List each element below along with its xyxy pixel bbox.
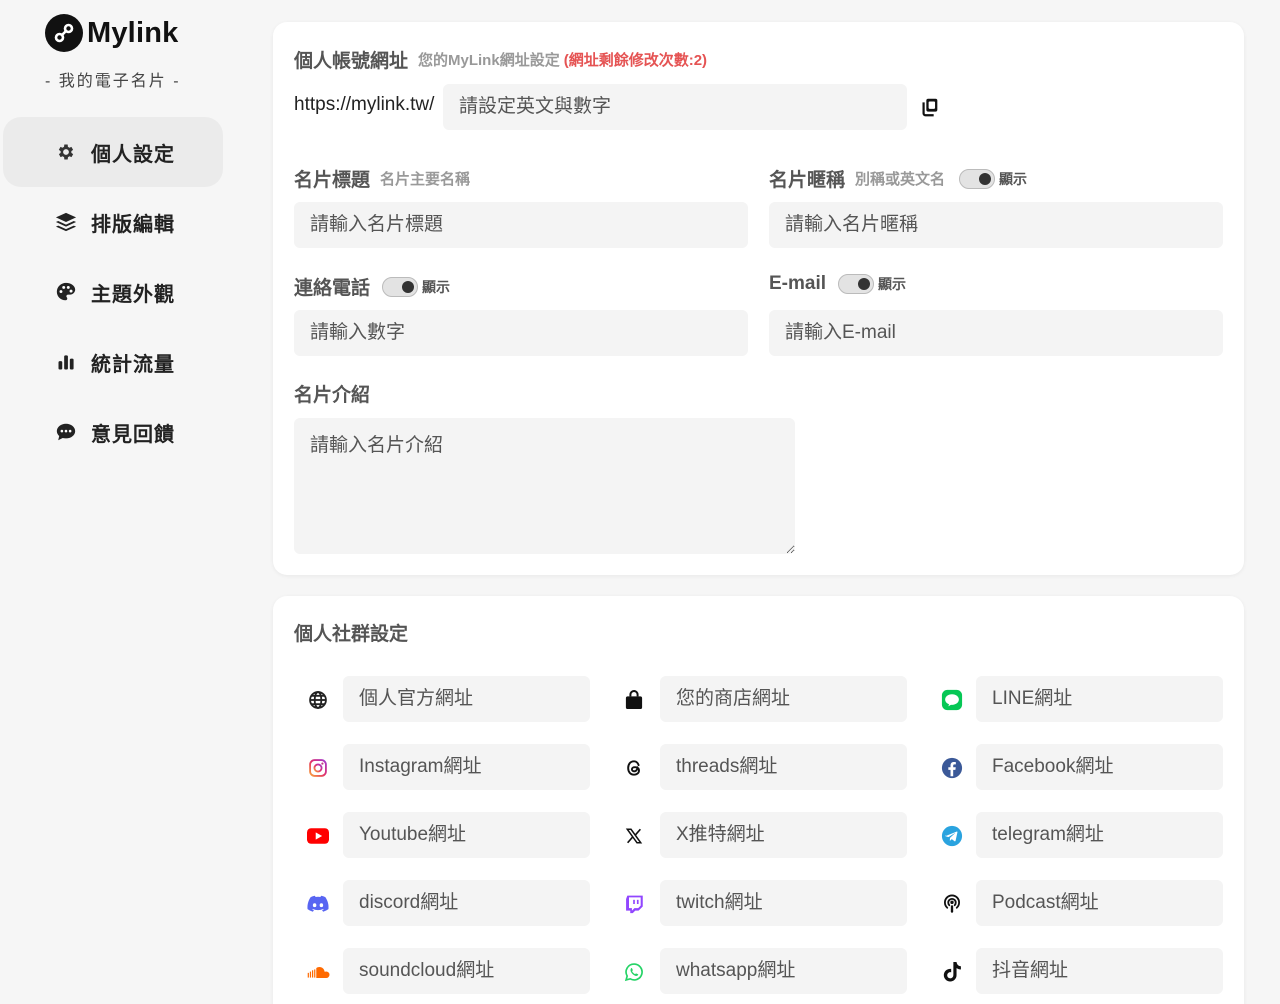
url-prefix: https://mylink.tw/ [294, 94, 435, 115]
youtube-url-input[interactable] [343, 812, 590, 858]
sidebar-item-label: 排版編輯 [91, 213, 175, 236]
twitch-icon [622, 892, 646, 916]
sidebar: Mylink - 我的電子名片 - 個人設定 排版編輯 主題外觀 統計流量 意見… [0, 0, 245, 1004]
facebook-icon [940, 756, 964, 780]
soundcloud-url-input[interactable] [343, 948, 590, 994]
gear-icon [55, 141, 77, 163]
shop-url-input[interactable] [660, 676, 907, 722]
line-url-input[interactable] [976, 676, 1223, 722]
nickname-toggle[interactable] [959, 168, 996, 189]
nickname-input[interactable] [769, 202, 1223, 248]
sidebar-item-label: 個人設定 [91, 143, 175, 166]
nickname-visibility: 顯示 [959, 168, 1028, 189]
email-label: E-mail [769, 273, 827, 294]
nickname-heading: 名片暱稱 別稱或英文名 顯示 [769, 165, 1027, 192]
toggle-label: 顯示 [422, 278, 451, 295]
sidebar-item-feedback[interactable]: 意見回饋 [3, 397, 223, 467]
website-url-input[interactable] [343, 676, 590, 722]
account-url-warning: (網址剩餘修改次數:2) [563, 52, 708, 69]
email-input[interactable] [769, 310, 1223, 356]
link-icon [45, 14, 83, 52]
bar-chart-icon [55, 351, 77, 373]
brand-name: Mylink [87, 16, 179, 49]
podcast-icon [940, 892, 964, 916]
intro-heading: 名片介紹 [294, 380, 370, 407]
whatsapp-url-input[interactable] [660, 948, 907, 994]
toggle-label: 顯示 [999, 170, 1028, 187]
social-settings-card: 個人社群設定 [273, 596, 1244, 1004]
phone-heading: 連絡電話 顯示 [294, 273, 450, 300]
twitch-url-input[interactable] [660, 880, 907, 926]
account-url-label: 個人帳號網址 [294, 51, 409, 72]
account-url-input[interactable] [443, 84, 907, 130]
sidebar-item-label: 主題外觀 [91, 283, 175, 306]
card-title-heading: 名片標題 名片主要名稱 [294, 165, 470, 192]
email-heading: E-mail 顯示 [769, 273, 906, 295]
discord-icon [306, 892, 330, 916]
sidebar-item-personal-settings[interactable]: 個人設定 [3, 117, 223, 187]
account-url-heading: 個人帳號網址 您的MyLink網址設定 (網址剩餘修改次數:2) [294, 46, 707, 73]
line-icon [940, 688, 964, 712]
layers-icon [55, 211, 77, 233]
discord-url-input[interactable] [343, 880, 590, 926]
threads-url-input[interactable] [660, 744, 907, 790]
comment-icon [55, 421, 77, 443]
sidebar-item-label: 統計流量 [91, 353, 175, 376]
threads-icon [622, 756, 646, 780]
brand-logo[interactable]: Mylink [45, 14, 178, 52]
sidebar-item-theme[interactable]: 主題外觀 [3, 257, 223, 327]
copy-icon[interactable] [919, 96, 943, 120]
card-title-input[interactable] [294, 202, 748, 248]
youtube-icon [306, 824, 330, 848]
telegram-url-input[interactable] [976, 812, 1223, 858]
card-title-hint: 名片主要名稱 [380, 171, 471, 188]
phone-input[interactable] [294, 310, 748, 356]
facebook-url-input[interactable] [976, 744, 1223, 790]
phone-label: 連絡電話 [294, 278, 371, 299]
x-url-input[interactable] [660, 812, 907, 858]
shopping-bag-icon [622, 688, 646, 712]
sidebar-item-label: 意見回饋 [91, 423, 175, 446]
intro-label: 名片介紹 [294, 385, 371, 406]
x-icon [622, 824, 646, 848]
whatsapp-icon [622, 960, 646, 984]
instagram-url-input[interactable] [343, 744, 590, 790]
email-visibility: 顯示 [838, 274, 906, 294]
podcast-url-input[interactable] [976, 880, 1223, 926]
tiktok-icon [940, 960, 964, 984]
phone-visibility: 顯示 [382, 276, 451, 297]
social-heading: 個人社群設定 [294, 619, 408, 646]
sidebar-item-layout-editor[interactable]: 排版編輯 [3, 187, 223, 257]
palette-icon [55, 281, 77, 303]
card-title-label: 名片標題 [294, 170, 371, 191]
tiktok-url-input[interactable] [976, 948, 1223, 994]
nickname-hint: 別稱或英文名 [855, 171, 946, 188]
globe-icon [306, 688, 330, 712]
brand-subtitle: - 我的電子名片 - [45, 73, 181, 90]
phone-toggle[interactable] [382, 276, 419, 297]
nickname-label: 名片暱稱 [769, 170, 846, 191]
social-title: 個人社群設定 [294, 624, 409, 645]
profile-settings-card: 個人帳號網址 您的MyLink網址設定 (網址剩餘修改次數:2) https:/… [273, 22, 1244, 575]
soundcloud-icon [306, 960, 330, 984]
telegram-icon [940, 824, 964, 848]
account-url-hint: 您的MyLink網址設定 [418, 52, 560, 69]
toggle-label: 顯示 [878, 276, 907, 292]
email-toggle[interactable] [838, 274, 875, 294]
sidebar-item-analytics[interactable]: 統計流量 [3, 327, 223, 397]
instagram-icon [306, 756, 330, 780]
intro-textarea[interactable] [294, 418, 795, 554]
